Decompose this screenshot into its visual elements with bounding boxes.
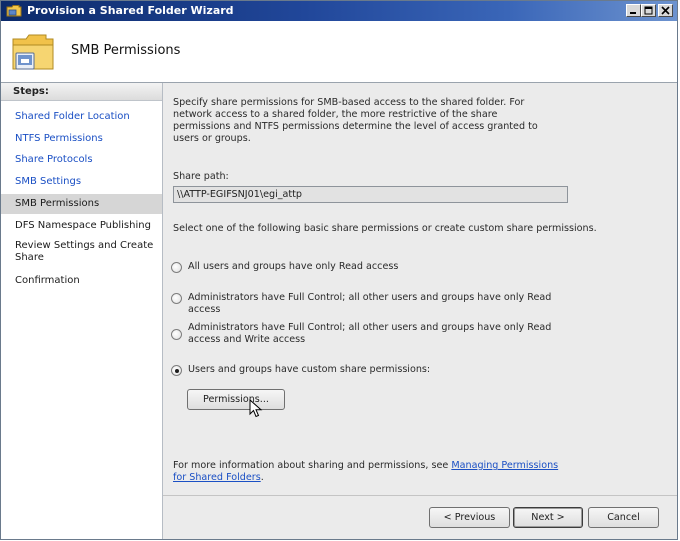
footer-note: For more information about sharing and p… [173,460,573,484]
content-panel: Specify share permissions for SMB-based … [163,83,677,539]
button-bar: < Previous Next > Cancel [163,495,677,540]
step-ntfs-permissions[interactable]: NTFS Permissions [1,133,162,145]
share-path-label: Share path: [173,171,229,182]
step-shared-folder-location[interactable]: Shared Folder Location [1,111,162,123]
footer-end: . [260,472,264,483]
radio-button[interactable] [171,293,182,304]
steps-heading: Steps: [13,86,49,97]
option-label: All users and groups have only Read acce… [188,261,399,272]
intro-text: Specify share permissions for SMB-based … [173,97,538,144]
footer-text: For more information about sharing and p… [173,460,452,471]
radio-button[interactable] [171,329,182,340]
previous-button[interactable]: < Previous [429,507,510,528]
step-share-protocols[interactable]: Share Protocols [1,154,162,166]
close-button[interactable] [658,4,673,17]
window-title: Provision a Shared Folder Wizard [27,4,234,17]
option-label: Administrators have Full Control; all ot… [188,292,552,315]
title-bar[interactable]: Provision a Shared Folder Wizard [1,1,677,21]
option-label: Users and groups have custom share permi… [188,364,431,375]
steps-heading-bar: Steps: [1,83,162,101]
wizard-window: Provision a Shared Folder Wizard SMB Per… [0,0,678,540]
step-review-settings: Review Settings and Create Share [15,240,154,263]
select-instruction: Select one of the following basic share … [173,223,597,234]
minimize-icon [630,12,636,14]
steps-panel: Steps: Shared Folder Location NTFS Permi… [1,83,163,539]
option-label: Administrators have Full Control; all ot… [188,322,552,345]
shared-folder-icon [12,34,54,70]
maximize-icon [644,6,653,15]
maximize-button[interactable] [641,4,656,17]
step-confirmation: Confirmation [15,275,80,286]
permissions-button[interactable]: Permissions... [187,389,285,410]
wizard-header: SMB Permissions [1,21,677,83]
step-smb-settings[interactable]: SMB Settings [1,176,162,188]
radio-button[interactable] [171,262,182,273]
radio-button-selected[interactable] [171,365,182,376]
step-dfs-namespace-publishing: DFS Namespace Publishing [15,220,151,231]
step-smb-permissions: SMB Permissions [1,194,162,214]
share-path-field[interactable] [173,186,568,203]
minimize-button[interactable] [626,4,641,17]
close-icon [661,6,670,15]
mouse-cursor-icon [249,399,263,418]
folder-wizard-icon [6,5,22,17]
page-title: SMB Permissions [71,43,181,58]
next-button[interactable]: Next > [513,507,583,528]
cancel-button[interactable]: Cancel [588,507,659,528]
